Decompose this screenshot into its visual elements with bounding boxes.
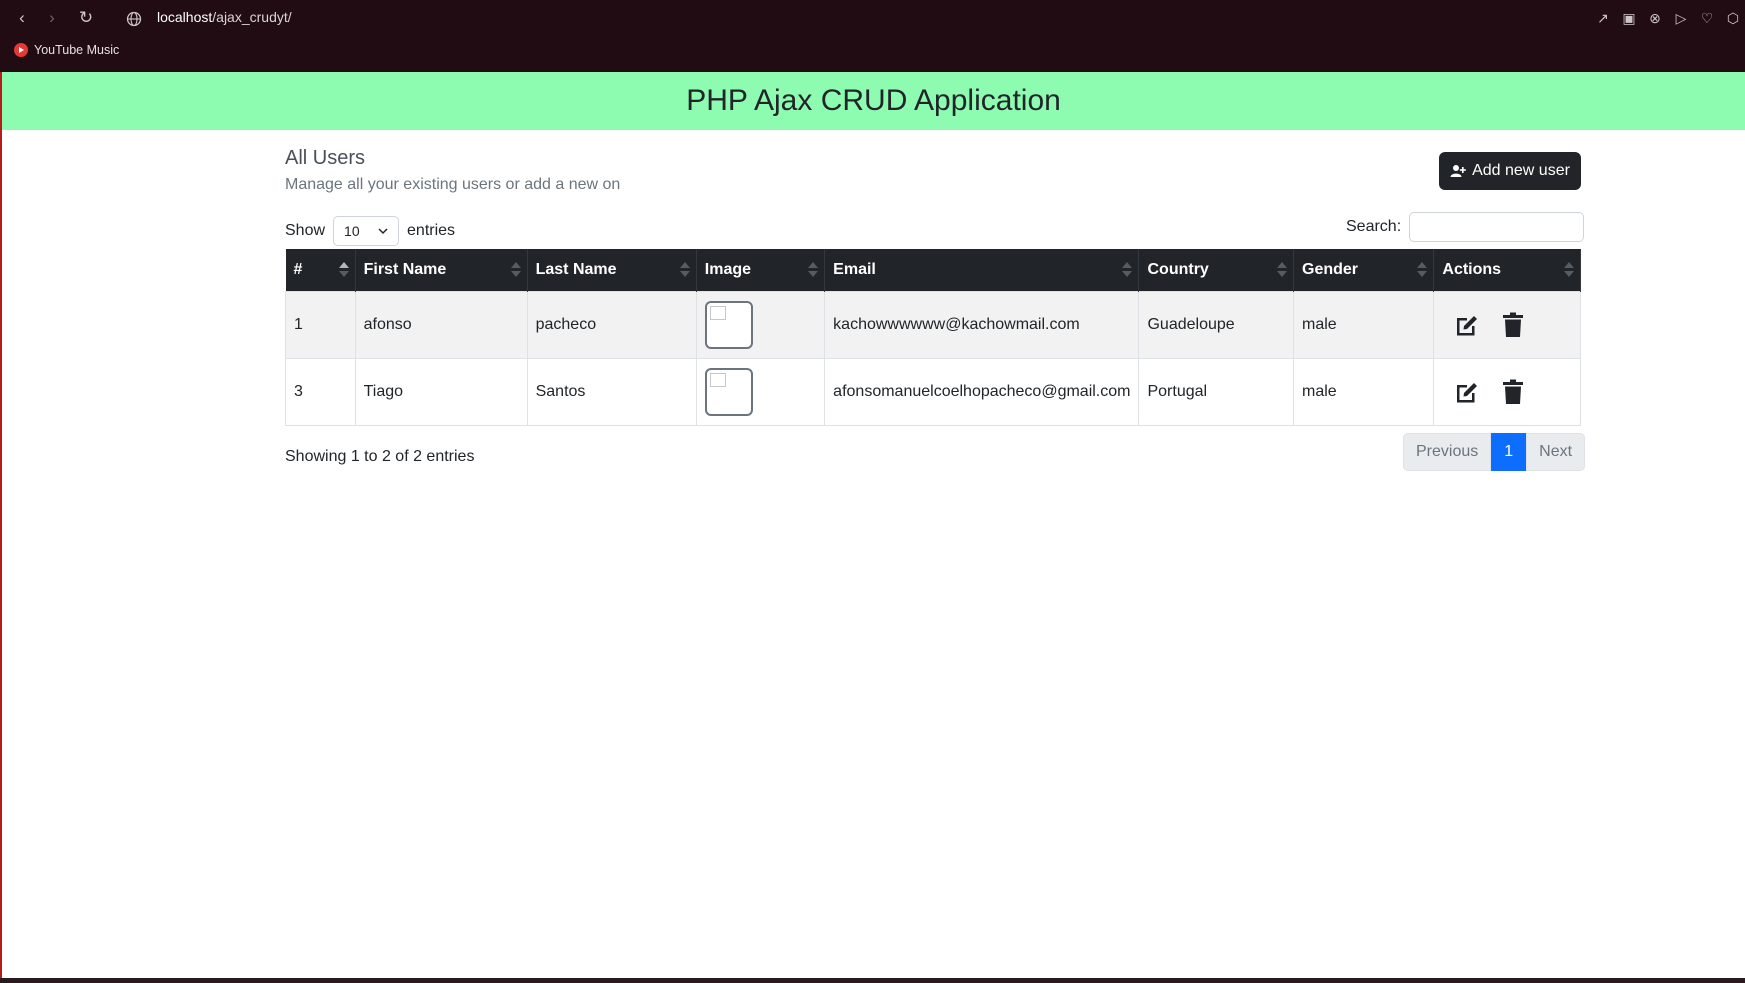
status-bar [0,978,1745,983]
page-1-button[interactable]: 1 [1491,433,1527,471]
cell-email: kachowwwwww@kachowmail.com [824,290,1140,359]
add-user-button[interactable]: Add new user [1439,152,1581,190]
search-label: Search: [1346,218,1402,235]
trash-icon[interactable] [1502,312,1524,338]
user-image-broken [704,367,753,416]
user-image-broken [704,300,753,349]
col-header-country[interactable]: Country [1138,249,1295,291]
col-header-last-name[interactable]: Last Name [527,249,697,291]
table-header-row: # First Name Last Name Image Email Count… [285,249,1581,291]
trash-icon[interactable] [1502,379,1524,405]
browser-toolbar: ‹ › ↻ localhost/ajax_crudyt/ ↗ ▣ ⊗ ▷ ♡ ⬡… [0,0,1745,72]
bookmark-youtube-music[interactable]: YouTube Music [14,43,119,57]
app-header: PHP Ajax CRUD Application [2,72,1745,130]
col-header-gender[interactable]: Gender [1293,249,1435,291]
cell-first-name: afonso [354,290,528,359]
url-host: localhost [157,9,213,25]
send-icon[interactable]: ▷ [1671,9,1691,27]
cell-id: 3 [285,357,356,426]
share-icon[interactable]: ↗ [1593,9,1613,27]
table-row: 3 Tiago Santos afonsomanuelcoelhopacheco… [285,357,1581,426]
cell-first-name: Tiago [354,357,528,426]
cell-actions [1433,290,1581,359]
cell-country: Portugal [1138,357,1295,426]
entries-control: Show 10 entries [285,216,455,246]
col-header-email[interactable]: Email [824,249,1140,291]
window-edge [0,72,2,983]
youtube-music-icon [14,43,28,57]
col-header-id[interactable]: # [285,249,356,291]
entries-label: entries [407,222,456,239]
cell-email: afonsomanuelcoelhopacheco@gmail.com [824,357,1140,426]
next-page-button[interactable]: Next [1526,433,1586,471]
search-input[interactable] [1409,212,1585,242]
cell-actions [1433,357,1581,426]
add-user-label: Add new user [1472,162,1570,179]
url-path: /ajax_crudyt/ [212,9,292,25]
page-title: All Users [285,147,366,169]
cell-last-name: Santos [526,357,697,426]
forward-icon[interactable]: › [41,7,63,29]
search-control: Search: [1346,212,1585,242]
cell-id: 1 [285,290,356,359]
address-bar[interactable]: localhost/ajax_crudyt/ [157,9,292,25]
close-circle-icon[interactable]: ⊗ [1645,9,1665,27]
edit-icon[interactable] [1454,380,1480,404]
reload-icon[interactable]: ↻ [75,7,97,29]
page-subtitle: Manage all your existing users or add a … [285,176,621,193]
chevron-down-icon [378,227,388,234]
pagination: Previous 1 Next [1403,433,1586,471]
globe-icon [126,11,142,27]
cube-icon[interactable]: ⬡ [1723,9,1743,27]
cell-gender: male [1293,290,1435,359]
back-icon[interactable]: ‹ [11,7,33,29]
previous-page-button[interactable]: Previous [1403,433,1492,471]
edit-icon[interactable] [1454,313,1480,337]
cell-country: Guadeloupe [1138,290,1295,359]
col-header-image[interactable]: Image [696,249,826,291]
table-info: Showing 1 to 2 of 2 entries [285,448,475,465]
heart-icon[interactable]: ♡ [1697,9,1717,27]
show-label: Show [285,222,326,239]
cell-image [695,290,826,359]
col-header-first-name[interactable]: First Name [355,249,528,291]
entries-value: 10 [344,223,360,239]
camera-icon[interactable]: ▣ [1619,9,1639,27]
cell-gender: male [1293,357,1435,426]
col-header-actions[interactable]: Actions [1433,249,1581,291]
users-table: # First Name Last Name Image Email Count… [285,249,1581,426]
table-row: 1 afonso pacheco kachowwwwww@kachowmail.… [285,290,1581,359]
user-plus-icon [1450,165,1466,177]
bookmark-label: YouTube Music [34,43,120,57]
cell-last-name: pacheco [526,290,697,359]
cell-image [695,357,826,426]
entries-select[interactable]: 10 [333,216,400,246]
